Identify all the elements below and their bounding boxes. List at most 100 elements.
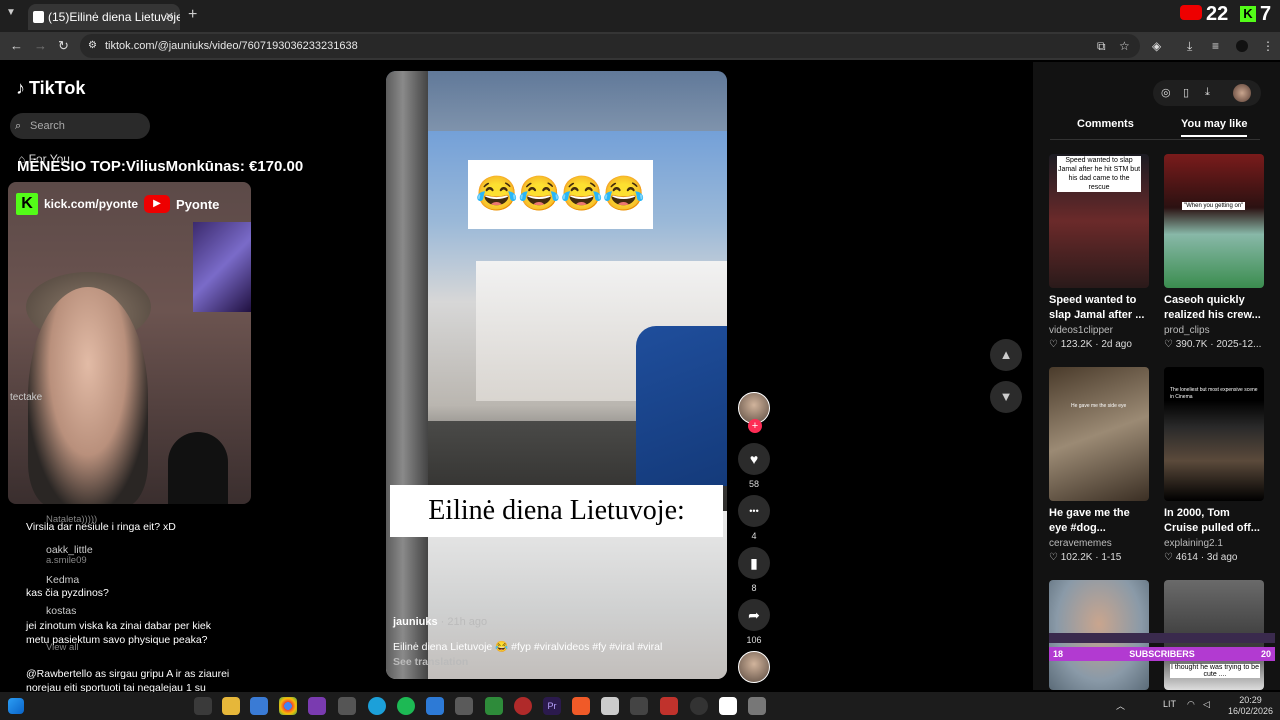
follow-plus-icon[interactable]: +	[748, 419, 762, 433]
view-all-link[interactable]: View all	[46, 642, 79, 653]
app-icon[interactable]	[660, 697, 678, 715]
video-title[interactable]: Caseoh quickly realized his crew...	[1164, 293, 1264, 323]
video-player[interactable]: 😂😂😂😂 Eilinė diena Lietuvoje:	[386, 71, 727, 679]
video-user[interactable]: explaining2.1	[1164, 538, 1223, 549]
file-explorer-icon[interactable]	[222, 697, 240, 715]
wifi-icon[interactable]: ◠	[1187, 699, 1195, 710]
tiktok-logo-text: TikTok	[29, 78, 86, 98]
downloads-icon[interactable]: ⤓	[1187, 39, 1192, 54]
video-thumbnail[interactable]: The loneliest but most expensive scene i…	[1164, 367, 1264, 501]
video-user[interactable]: ceravememes	[1049, 538, 1112, 549]
edge-icon[interactable]	[368, 697, 386, 715]
save-button[interactable]: ▮ 8	[738, 547, 770, 593]
save-count: 8	[751, 583, 757, 593]
app-icon[interactable]	[455, 697, 473, 715]
sound-avatar[interactable]	[738, 651, 770, 683]
tiktok-favicon-icon	[33, 11, 44, 23]
app-icon[interactable]	[719, 697, 737, 715]
video-title[interactable]: In 2000, Tom Cruise pulled off...	[1164, 506, 1264, 536]
video-thumbnail[interactable]: "When you getting on"	[1164, 154, 1264, 288]
search-input[interactable]: ⌕ Search	[10, 113, 150, 139]
video-user[interactable]: prod_clips	[1164, 325, 1210, 336]
comment-button[interactable]: ••• 4	[738, 495, 770, 541]
reload-button[interactable]: ↻	[58, 38, 69, 54]
youtube-score	[1180, 5, 1202, 20]
app-icon[interactable]	[601, 697, 619, 715]
menu-icon[interactable]: ⋮	[1262, 39, 1274, 53]
app-icon[interactable]	[748, 697, 766, 715]
clock-time: 20:29	[1239, 695, 1262, 705]
tab-you-may-like[interactable]: You may like	[1181, 118, 1248, 137]
video-thumbnail[interactable]: Speed wanted to slap Jamal after he hit …	[1049, 154, 1149, 288]
tab-close-icon[interactable]: ✕	[165, 4, 174, 30]
video-user[interactable]: videos1clipper	[1049, 325, 1113, 336]
premiere-icon[interactable]: Pr	[543, 697, 561, 715]
top-donor-overlay: MĖNESIO TOP:ViliusMonkūnas: €170.00	[17, 158, 304, 175]
task-view-icon[interactable]	[194, 697, 212, 715]
music-disc-icon	[738, 651, 770, 683]
profile-avatar[interactable]	[1236, 40, 1248, 52]
compass-icon[interactable]: ◎	[1161, 86, 1171, 99]
phone-icon[interactable]: ▯	[1183, 86, 1189, 99]
download-icon[interactable]: ⤓	[1205, 86, 1210, 99]
see-translation-link[interactable]: See translation	[393, 656, 468, 668]
sub-goal-track	[1049, 633, 1275, 643]
user-avatar[interactable]	[1233, 84, 1251, 102]
scene-van	[636, 326, 727, 486]
browser-tab[interactable]: (15)Eilinė diena Lietuvoje 😂 #f ✕	[28, 4, 180, 30]
url-input[interactable]: ⚙ tiktok.com/@jauniuks/video/76071930362…	[80, 34, 1140, 58]
back-button[interactable]: ←	[10, 38, 23, 53]
share-icon: ➦	[738, 599, 770, 631]
url-text: tiktok.com/@jauniuks/video/7607193036233…	[105, 40, 358, 52]
language-indicator[interactable]: LIT	[1163, 699, 1176, 709]
next-video-button[interactable]: ▼	[990, 381, 1022, 413]
app-icon[interactable]	[690, 697, 708, 715]
chat-overlay: Nataleta))))) Virsila dar nesiule i ring…	[14, 512, 230, 708]
install-icon[interactable]: ⧉	[1097, 39, 1106, 54]
extensions-icon[interactable]: ◈	[1152, 39, 1161, 53]
media-icon[interactable]: ≡	[1212, 39, 1219, 53]
video-title[interactable]: Speed wanted to slap Jamal after ...	[1049, 293, 1149, 323]
volume-icon[interactable]: ◁	[1203, 699, 1210, 710]
kick-logo-icon: K	[16, 193, 38, 215]
tiktok-logo[interactable]: ♪ TikTok	[16, 78, 85, 99]
app-icon[interactable]	[630, 697, 648, 715]
youtube-label: Pyonte	[176, 196, 220, 212]
clock[interactable]: 20:29 16/02/2026	[1228, 695, 1273, 717]
browser-tab-bar: ▼ (15)Eilinė diena Lietuvoje 😂 #f ✕ + 22…	[0, 0, 1280, 32]
video-author[interactable]: jauniuks	[393, 616, 438, 628]
store-icon[interactable]	[250, 697, 268, 715]
app-icon[interactable]	[338, 697, 356, 715]
video-title[interactable]: He gave me the eye #dog...	[1049, 506, 1149, 536]
share-button[interactable]: ➦ 106	[738, 599, 770, 645]
chrome-icon[interactable]	[279, 697, 297, 715]
tab-search-chevron-icon[interactable]: ▼	[6, 7, 16, 18]
forward-button[interactable]: →	[34, 38, 47, 53]
photos-icon[interactable]	[426, 697, 444, 715]
clock-date: 16/02/2026	[1228, 706, 1274, 716]
bookmark-star-icon[interactable]: ☆	[1119, 39, 1130, 53]
windows-start-icon[interactable]	[8, 698, 24, 714]
new-tab-button[interactable]: +	[188, 6, 197, 24]
previous-video-button[interactable]: ▲	[990, 339, 1022, 371]
brave-icon[interactable]	[572, 697, 590, 715]
comment-count: 4	[751, 531, 757, 541]
tab-comments[interactable]: Comments	[1077, 118, 1134, 130]
app-icon[interactable]	[514, 697, 532, 715]
video-thumbnail[interactable]: He gave me the side eye	[1049, 367, 1149, 501]
chat-user: kostas	[46, 605, 77, 617]
bookmark-icon: ▮	[738, 547, 770, 579]
site-info-icon[interactable]: ⚙	[88, 34, 97, 58]
microphone	[168, 432, 228, 504]
video-meta: ♡ 4614 · 3d ago	[1164, 552, 1238, 563]
app-icon[interactable]	[308, 697, 326, 715]
video-likes: 123.2K	[1060, 339, 1093, 350]
spotify-icon[interactable]	[397, 697, 415, 715]
video-meta: ♡ 123.2K · 2d ago	[1049, 339, 1132, 350]
panel-tabs: Comments You may like	[1050, 118, 1260, 140]
app-icon[interactable]	[485, 697, 503, 715]
tray-chevron-icon[interactable]: ︿	[1116, 699, 1125, 712]
author-avatar-button[interactable]: +	[738, 392, 770, 433]
like-button[interactable]: ♥ 58	[738, 443, 770, 489]
score-left: 22	[1206, 3, 1229, 25]
